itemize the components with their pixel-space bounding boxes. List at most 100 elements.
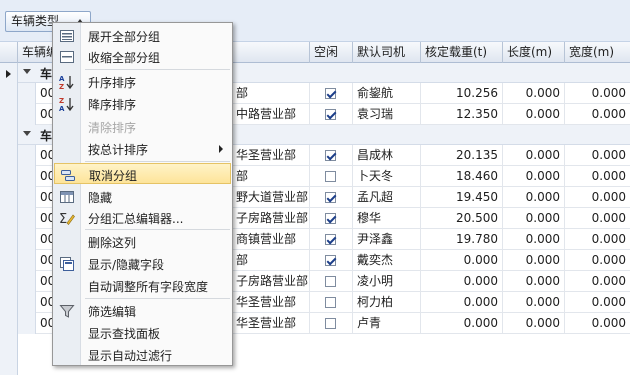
cell-length: 0.000 [503, 145, 565, 165]
cell-driver: 卢青 [353, 313, 421, 333]
cell-dept: 子房路营业部 [232, 271, 310, 291]
cell-width: 0.000 [591, 316, 626, 330]
cell-length: 0.000 [503, 229, 565, 249]
menu-item-label: 分组汇总编辑器... [88, 212, 184, 226]
sort-descending-icon: ZA [59, 96, 75, 113]
cell-dept: 华圣营业部 [232, 292, 310, 312]
cell-dept: 部 [232, 250, 310, 270]
svg-text:A: A [59, 105, 65, 112]
menu-separator [85, 69, 230, 70]
idle-checkbox[interactable] [325, 109, 336, 120]
header-idle[interactable]: 空闲 [310, 42, 353, 63]
submenu-arrow-icon [219, 145, 223, 153]
ungroup-icon [60, 167, 76, 183]
cell-idle [310, 292, 353, 312]
group-indent [18, 313, 36, 334]
cell-driver: 孟凡超 [353, 187, 421, 207]
cell-load: 19.450 [421, 187, 503, 207]
cell-idle [310, 208, 353, 228]
menu-item-label: 升序排序 [88, 76, 137, 90]
idle-checkbox[interactable] [325, 192, 336, 203]
cell-idle [310, 250, 353, 270]
header-length[interactable]: 长度(m) [503, 42, 565, 63]
cell-load: 19.780 [421, 229, 503, 249]
cell-length: 0.000 [503, 187, 565, 207]
menu-item[interactable]: 取消分组 [54, 163, 231, 184]
group-indent [18, 292, 36, 313]
cell-load: 0.000 [421, 271, 503, 291]
group-indent [18, 83, 36, 104]
cell-driver: 柯力柏 [353, 292, 421, 312]
column-chooser-icon [59, 256, 75, 272]
idle-checkbox[interactable] [325, 150, 336, 161]
idle-checkbox[interactable] [325, 88, 336, 99]
menu-item[interactable]: 显示自动过滤行 [54, 344, 231, 365]
cell-dept: 华圣营业部 [232, 313, 310, 333]
menu-item[interactable]: 筛选编辑 [54, 300, 231, 321]
menu-item-label: 隐藏 [88, 191, 113, 205]
menu-item[interactable]: Σ 分组汇总编辑器... [54, 207, 231, 228]
menu-item[interactable]: 删除这列 [54, 231, 231, 252]
hide-column-icon [59, 189, 75, 205]
header-load[interactable]: 核定载重(t) [421, 42, 503, 63]
menu-item[interactable]: Z A 降序排序 [54, 93, 231, 114]
sort-ascending-icon: AZ [59, 74, 75, 91]
header-width[interactable]: 宽度(m) [565, 42, 630, 63]
menu-item[interactable]: 展开全部分组 [54, 25, 231, 46]
menu-item[interactable]: 显示查找面板 [54, 322, 231, 343]
cell-width: 0.000 [591, 211, 626, 225]
cell-driver: 尹泽鑫 [353, 229, 421, 249]
menu-item-label: 收缩全部分组 [88, 51, 161, 65]
cell-load: 12.350 [421, 104, 503, 124]
header-dept[interactable] [232, 42, 310, 63]
collapse-chevron-icon[interactable] [23, 131, 31, 136]
menu-separator [85, 229, 230, 230]
cell-load: 0.000 [421, 250, 503, 270]
svg-text:Z: Z [59, 83, 64, 90]
cell-dept: 中路营业部 [232, 104, 310, 124]
cell-driver: 戴奕杰 [353, 250, 421, 270]
cell-width: 0.000 [591, 169, 626, 183]
menu-item-label: 删除这列 [88, 236, 137, 250]
cell-driver: 昌成林 [353, 145, 421, 165]
cell-dept: 华圣营业部 [232, 145, 310, 165]
current-row-arrow-icon [6, 70, 11, 78]
cell-idle [310, 145, 353, 165]
idle-checkbox[interactable] [325, 255, 336, 266]
cell-length: 0.000 [503, 83, 565, 103]
idle-checkbox[interactable] [325, 276, 336, 287]
cell-idle [310, 83, 353, 103]
menu-item[interactable]: A Z 升序排序 [54, 71, 231, 92]
menu-item[interactable]: 隐藏 [54, 186, 231, 207]
idle-checkbox[interactable] [325, 318, 336, 329]
idle-checkbox[interactable] [325, 234, 336, 245]
group-indent [18, 145, 36, 166]
idle-checkbox[interactable] [325, 297, 336, 308]
menu-item[interactable]: 按总计排序 [54, 138, 231, 159]
cell-dept: 部 [232, 83, 310, 103]
header-indicator [0, 42, 18, 63]
cell-dept: 野大道营业部 [232, 187, 310, 207]
collapse-groups-icon [59, 49, 75, 65]
cell-length: 0.000 [503, 250, 565, 270]
cell-width: 0.000 [591, 148, 626, 162]
header-driver[interactable]: 默认司机 [353, 42, 421, 63]
menu-item-label: 清除排序 [88, 121, 137, 135]
group-indent [18, 250, 36, 271]
cell-idle [310, 187, 353, 207]
cell-width: 0.000 [591, 295, 626, 309]
cell-load: 20.500 [421, 208, 503, 228]
cell-driver: 卜天冬 [353, 166, 421, 186]
menu-item[interactable]: 自动调整所有字段宽度 [54, 275, 231, 296]
menu-item[interactable]: 显示/隐藏字段 [54, 253, 231, 274]
svg-text:Σ: Σ [59, 212, 67, 226]
menu-item-label: 取消分组 [89, 169, 138, 183]
idle-checkbox[interactable] [325, 213, 336, 224]
idle-checkbox[interactable] [325, 171, 336, 182]
menu-item-label: 降序排序 [88, 98, 137, 112]
cell-driver: 穆华 [353, 208, 421, 228]
cell-width: 0.000 [591, 190, 626, 204]
collapse-chevron-icon[interactable] [23, 69, 31, 74]
menu-item[interactable]: 收缩全部分组 [54, 46, 231, 67]
column-context-menu: 展开全部分组 收缩全部分组 A Z 升序排序 Z A 降序排序 清除排序 按总计排序 取消分组 隐藏 Σ… [52, 22, 233, 366]
